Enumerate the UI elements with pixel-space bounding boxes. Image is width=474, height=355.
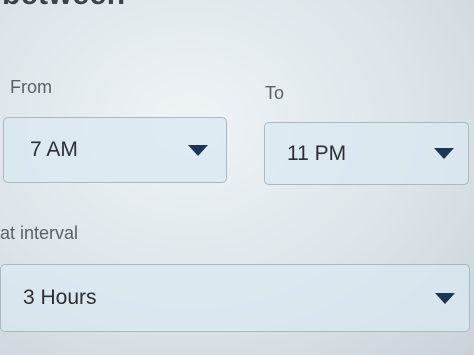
interval-dropdown[interactable]: 3 Hours xyxy=(0,264,470,332)
to-time-value: 11 PM xyxy=(287,141,347,165)
from-time-dropdown[interactable]: 7 AM xyxy=(3,117,227,183)
caret-down-icon xyxy=(188,144,208,156)
schedule-form: between From 7 AM To 11 PM at interval 3… xyxy=(0,0,474,355)
from-time-value: 7 AM xyxy=(30,138,78,161)
to-time-dropdown[interactable]: 11 PM xyxy=(264,122,469,185)
caret-down-icon xyxy=(434,148,454,159)
from-label: From xyxy=(10,77,52,97)
section-heading: between xyxy=(2,0,126,12)
to-label: To xyxy=(265,83,285,103)
interval-value: 3 Hours xyxy=(23,286,97,309)
caret-down-icon xyxy=(435,292,455,304)
interval-label: at interval xyxy=(0,223,79,243)
